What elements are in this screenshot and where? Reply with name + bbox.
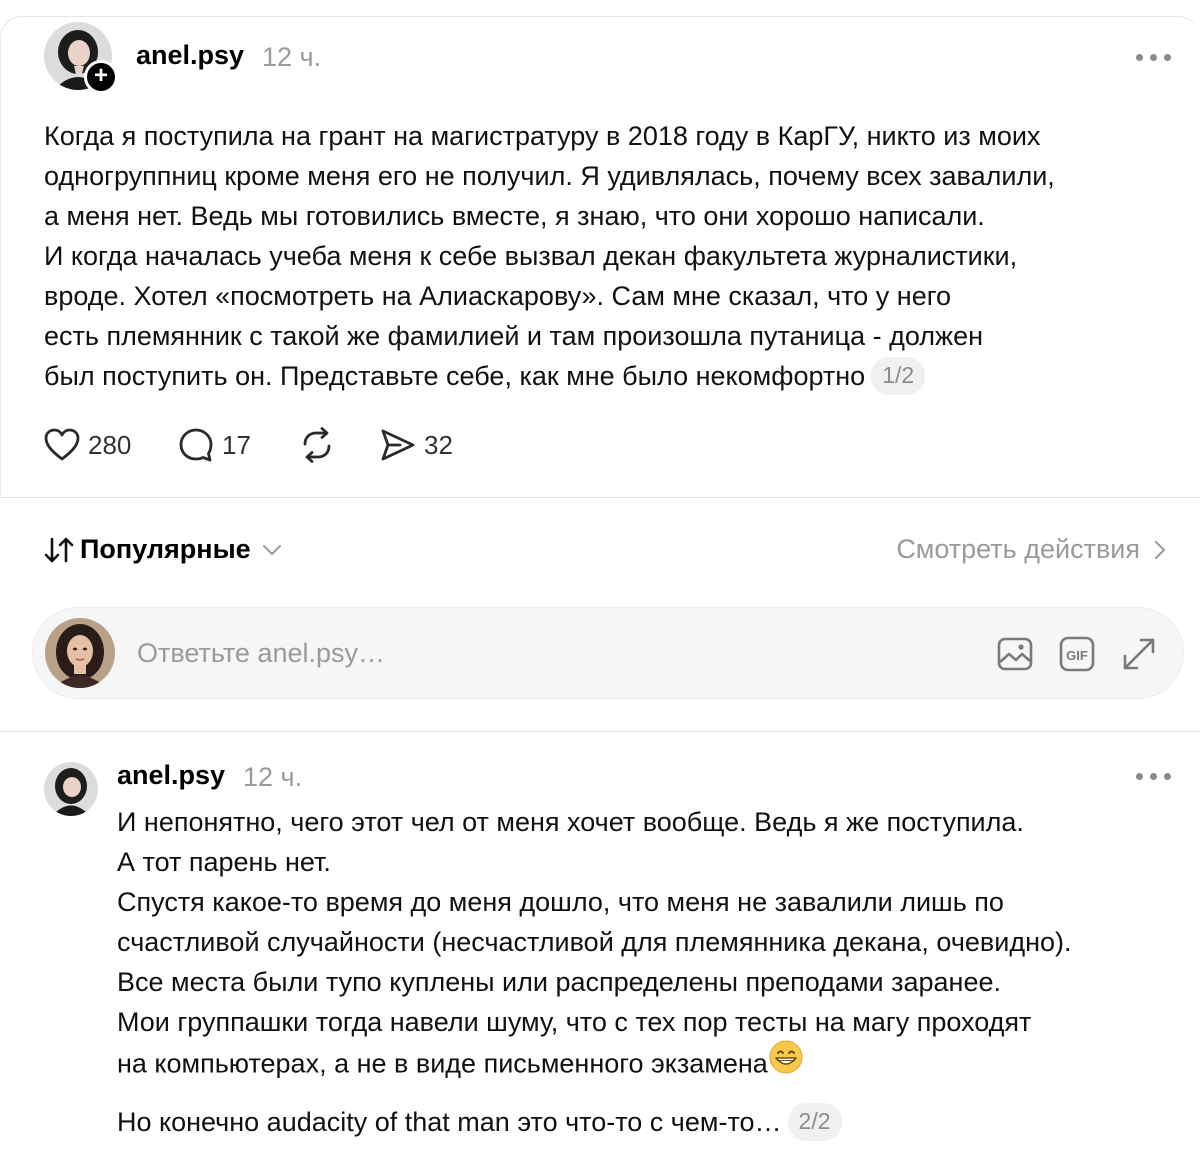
follow-button[interactable]: + [84, 60, 118, 94]
share-icon [381, 429, 415, 461]
divider [0, 731, 1200, 732]
more-icon[interactable] [1136, 51, 1176, 63]
view-activity-link[interactable]: Смотреть действия [896, 534, 1168, 565]
reply-input[interactable]: Ответьте anel.psy… [137, 638, 385, 669]
repost-button[interactable] [298, 425, 336, 465]
expand-icon[interactable] [1121, 636, 1157, 677]
divider [0, 497, 1200, 498]
image-icon[interactable] [997, 636, 1033, 677]
comment-count: 17 [222, 429, 251, 460]
like-button[interactable]: 280 [44, 425, 131, 465]
comment-icon [179, 428, 213, 462]
reply-line: Все места были тупо куплены или распреде… [117, 967, 1001, 997]
like-count: 280 [88, 429, 132, 460]
post-line: есть племянник с такой же фамилией и там… [44, 321, 984, 351]
post-body: Когда я поступила на грант на магистрату… [44, 116, 1055, 396]
grinning-emoji-icon [768, 1039, 804, 1086]
svg-text:GIF: GIF [1066, 648, 1088, 663]
reply-timestamp: 12 ч. [243, 762, 303, 792]
share-button[interactable]: 32 [380, 425, 453, 465]
post-timestamp: 12 ч. [262, 42, 322, 72]
post-line: И когда началась учеба меня к себе вызва… [44, 241, 1018, 271]
sort-selector[interactable]: Популярные [44, 534, 283, 565]
post-line: Когда я поступила на грант на магистрату… [44, 121, 1041, 151]
post-line: был поступить он. Представьте себе, как … [44, 361, 866, 391]
reply-line: на компьютерах, а не в виде письменного … [117, 1048, 768, 1079]
reply-username[interactable]: anel.psy [117, 760, 225, 791]
reply-author-avatar[interactable] [44, 762, 98, 816]
post-line: а меня нет. Ведь мы готовились вместе, я… [44, 201, 985, 231]
reply-line: И непонятно, чего этот чел от меня хочет… [117, 807, 1024, 837]
more-icon[interactable] [1136, 770, 1176, 782]
reply-composer[interactable]: Ответьте anel.psy… GIF [32, 607, 1184, 699]
reply-last-line: Но конечно audacity of that man это что-… [117, 1102, 842, 1142]
reply-line: Но конечно audacity of that man это что-… [117, 1107, 782, 1137]
heart-icon [44, 428, 80, 461]
reply-body: И непонятно, чего этот чел от меня хочет… [117, 802, 1072, 1082]
gif-icon[interactable]: GIF [1059, 636, 1095, 677]
repost-icon [303, 427, 331, 463]
chevron-down-icon [262, 544, 281, 555]
post-line: вроде. Хотел «посмотреть на Алиаскарову»… [44, 281, 952, 311]
chevron-right-icon [1154, 540, 1166, 559]
view-activity-label: Смотреть действия [896, 534, 1140, 564]
post-line-last: был поступить он. Представьте себе, как … [44, 356, 1055, 396]
reply-line-emoji: на компьютерах, а не в виде письменного … [117, 1040, 1072, 1082]
page-indicator: 2/2 [787, 1102, 842, 1141]
current-user-avatar [45, 618, 115, 688]
page-indicator: 1/2 [871, 356, 926, 395]
reply-line: Мои группашки тогда навели шуму, что с т… [117, 1007, 1032, 1037]
reply-line: А тот парень нет. [117, 847, 331, 877]
comment-button[interactable]: 17 [178, 425, 251, 465]
reply-line: Спустя какое-то время до меня дошло, что… [117, 887, 1004, 917]
post-username[interactable]: anel.psy [136, 40, 244, 71]
sort-label: Популярные [80, 534, 251, 564]
share-count: 32 [424, 429, 453, 460]
reply-line: счастливой случайности (несчастливой для… [117, 927, 1072, 957]
sort-arrows-icon [44, 537, 74, 562]
post-line: одногруппниц кроме меня его не получил. … [44, 161, 1055, 191]
